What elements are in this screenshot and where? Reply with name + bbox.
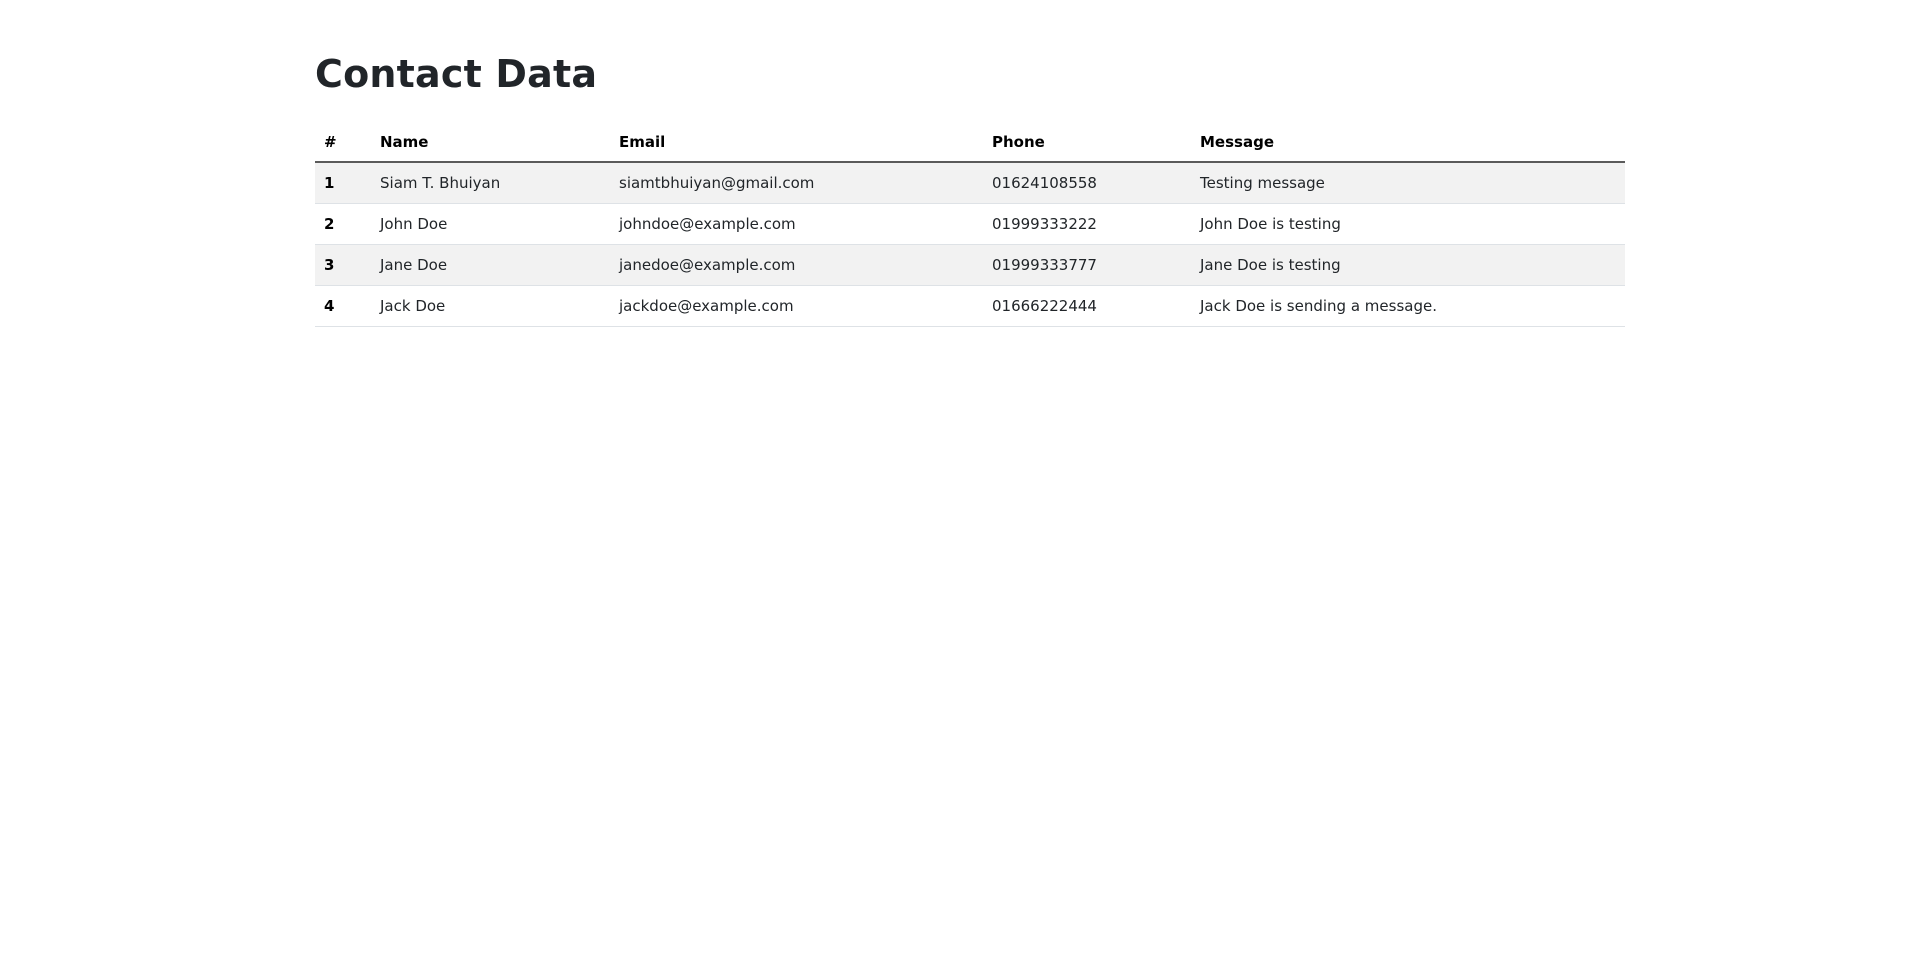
page-title: Contact Data — [315, 52, 598, 96]
contacts-table: # Name Email Phone Message 1 Siam T. Bhu… — [315, 122, 1625, 327]
column-header-name: Name — [371, 122, 610, 163]
cell-index: 3 — [315, 244, 371, 286]
table-row: 2 John Doe johndoe@example.com 019993332… — [315, 203, 1625, 245]
table-header: # Name Email Phone Message — [315, 122, 1625, 163]
cell-message: Jack Doe is sending a message. — [1191, 285, 1625, 327]
cell-email: siamtbhuiyan@gmail.com — [610, 162, 983, 204]
table-row: 1 Siam T. Bhuiyan siamtbhuiyan@gmail.com… — [315, 162, 1625, 204]
column-header-phone: Phone — [983, 122, 1191, 163]
cell-phone: 01999333222 — [983, 203, 1191, 245]
table-row: 3 Jane Doe janedoe@example.com 019993337… — [315, 244, 1625, 286]
cell-name: Siam T. Bhuiyan — [371, 162, 610, 204]
cell-message: John Doe is testing — [1191, 203, 1625, 245]
cell-email: jackdoe@example.com — [610, 285, 983, 327]
cell-phone: 01999333777 — [983, 244, 1191, 286]
cell-email: janedoe@example.com — [610, 244, 983, 286]
cell-phone: 01666222444 — [983, 285, 1191, 327]
column-header-email: Email — [610, 122, 983, 163]
cell-phone: 01624108558 — [983, 162, 1191, 204]
cell-index: 1 — [315, 162, 371, 204]
cell-index: 4 — [315, 285, 371, 327]
cell-name: John Doe — [371, 203, 610, 245]
cell-name: Jane Doe — [371, 244, 610, 286]
cell-message: Jane Doe is testing — [1191, 244, 1625, 286]
table-row: 4 Jack Doe jackdoe@example.com 016662224… — [315, 285, 1625, 327]
table-body: 1 Siam T. Bhuiyan siamtbhuiyan@gmail.com… — [315, 162, 1625, 327]
column-header-index: # — [315, 122, 371, 163]
cell-message: Testing message — [1191, 162, 1625, 204]
cell-name: Jack Doe — [371, 285, 610, 327]
cell-index: 2 — [315, 203, 371, 245]
table-header-row: # Name Email Phone Message — [315, 122, 1625, 163]
cell-email: johndoe@example.com — [610, 203, 983, 245]
column-header-message: Message — [1191, 122, 1625, 163]
